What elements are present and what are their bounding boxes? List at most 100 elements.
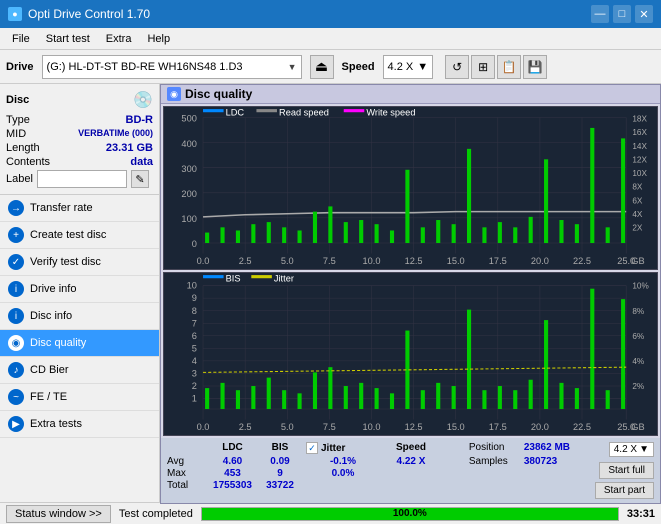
col-header-ldc: LDC — [205, 442, 260, 454]
menu-start-test[interactable]: Start test — [38, 31, 98, 47]
svg-text:5.0: 5.0 — [281, 256, 294, 266]
svg-text:2.5: 2.5 — [239, 256, 252, 266]
svg-text:8%: 8% — [632, 306, 644, 316]
sidebar-item-drive-info[interactable]: i Drive info — [0, 276, 159, 303]
drive-label: Drive — [6, 61, 34, 73]
toolbar-paste-btn[interactable]: 📋 — [497, 55, 521, 79]
svg-text:12.5: 12.5 — [405, 256, 423, 266]
sidebar: Disc 💿 Type BD-R MID VERBATIMe (000) Len… — [0, 84, 160, 502]
speed-value: 4.2 X — [388, 61, 414, 73]
sidebar-item-disc-quality[interactable]: ◉ Disc quality — [0, 330, 159, 357]
title-bar: ● Opti Drive Control 1.70 — □ ✕ — [0, 0, 661, 28]
speed-dropdown-arrow-icon: ▼ — [639, 444, 649, 455]
toolbar-copy-btn[interactable]: ⊞ — [471, 55, 495, 79]
toolbar-save-btn[interactable]: 💾 — [523, 55, 547, 79]
start-part-button[interactable]: Start part — [595, 482, 654, 499]
svg-text:6X: 6X — [632, 195, 643, 205]
disc-panel-label: Disc — [6, 94, 29, 106]
disc-info-panel: Disc 💿 Type BD-R MID VERBATIMe (000) Len… — [0, 84, 159, 195]
svg-text:5: 5 — [192, 344, 197, 354]
drive-dropdown-arrow: ▼ — [288, 62, 297, 72]
sidebar-item-verify-test-disc[interactable]: ✓ Verify test disc — [0, 249, 159, 276]
svg-text:22.5: 22.5 — [573, 256, 591, 266]
sidebar-item-fe-te[interactable]: ~ FE / TE — [0, 384, 159, 411]
drive-info-icon: i — [8, 281, 24, 297]
svg-text:10.0: 10.0 — [362, 256, 380, 266]
nav-label-verify-test-disc: Verify test disc — [30, 256, 101, 268]
disc-label-label: Label — [6, 173, 33, 185]
disc-label-input[interactable] — [37, 170, 127, 188]
disc-quality-title: Disc quality — [185, 87, 252, 101]
status-window-button[interactable]: Status window >> — [6, 505, 111, 523]
position-value: 23862 MB — [524, 442, 570, 453]
eject-button[interactable]: ⏏ — [310, 55, 334, 79]
nav-label-fe-te: FE / TE — [30, 391, 67, 403]
maximize-button[interactable]: □ — [613, 5, 631, 23]
menu-extra[interactable]: Extra — [98, 31, 140, 47]
svg-text:7.5: 7.5 — [323, 422, 336, 432]
svg-text:12X: 12X — [632, 154, 647, 164]
svg-text:1: 1 — [192, 394, 197, 404]
sidebar-item-create-test-disc[interactable]: + Create test disc — [0, 222, 159, 249]
close-button[interactable]: ✕ — [635, 5, 653, 23]
sidebar-item-disc-info[interactable]: i Disc info — [0, 303, 159, 330]
chart2-wrapper: 10 9 8 7 6 5 4 3 2 1 10% 8% 6% — [163, 272, 658, 436]
sidebar-nav: → Transfer rate + Create test disc ✓ Ver… — [0, 195, 159, 502]
disc-type-label: Type — [6, 114, 30, 126]
speed-label: Speed — [342, 61, 375, 73]
status-text: Test completed — [119, 508, 193, 520]
disc-contents-value: data — [130, 156, 153, 168]
jitter-checkbox[interactable]: ✓ — [306, 442, 318, 454]
sidebar-item-extra-tests[interactable]: ▶ Extra tests — [0, 411, 159, 438]
col-header-speed: Speed — [386, 442, 436, 454]
charts-container: 500 400 300 200 100 0 18X 16X 14X 12X 10… — [161, 104, 660, 438]
stats-area: LDC BIS ✓ Jitter Speed Avg 4.60 0.09 -0.… — [161, 438, 660, 503]
fe-te-icon: ~ — [8, 389, 24, 405]
total-bis: 33722 — [260, 480, 300, 491]
col-header-empty — [167, 442, 205, 454]
app-title: Opti Drive Control 1.70 — [28, 7, 150, 21]
svg-text:0: 0 — [192, 239, 197, 249]
disc-quality-header-icon: ◉ — [167, 87, 181, 101]
speed-dropdown-arrow: ▼ — [417, 61, 428, 73]
disc-mid-value: VERBATIMe (000) — [78, 128, 153, 140]
nav-label-drive-info: Drive info — [30, 283, 76, 295]
svg-text:10.0: 10.0 — [362, 422, 380, 432]
speed-selector[interactable]: 4.2 X ▼ — [383, 55, 434, 79]
disc-quality-icon: ◉ — [8, 335, 24, 351]
svg-text:7.5: 7.5 — [323, 256, 336, 266]
col-header-jitter: Jitter — [321, 443, 345, 454]
disc-type-value: BD-R — [126, 114, 154, 126]
sidebar-item-cd-bier[interactable]: ♪ CD Bier — [0, 357, 159, 384]
jitter-checkbox-area: ✓ Jitter — [306, 442, 386, 454]
samples-label: Samples — [469, 456, 524, 467]
svg-text:6%: 6% — [632, 331, 644, 341]
svg-text:17.5: 17.5 — [489, 256, 507, 266]
svg-text:2: 2 — [192, 381, 197, 391]
toolbar-refresh-btn[interactable]: ↺ — [445, 55, 469, 79]
svg-text:4%: 4% — [632, 356, 644, 366]
disc-info-icon: i — [8, 308, 24, 324]
svg-text:12.5: 12.5 — [405, 422, 423, 432]
extra-tests-icon: ▶ — [8, 416, 24, 432]
svg-text:4: 4 — [192, 356, 197, 366]
drive-bar: Drive (G:) HL-DT-ST BD-RE WH16NS48 1.D3 … — [0, 50, 661, 84]
sidebar-item-transfer-rate[interactable]: → Transfer rate — [0, 195, 159, 222]
drive-selector[interactable]: (G:) HL-DT-ST BD-RE WH16NS48 1.D3 ▼ — [42, 55, 302, 79]
nav-label-disc-quality: Disc quality — [30, 337, 86, 349]
svg-text:BIS: BIS — [226, 273, 241, 283]
menu-bar: File Start test Extra Help — [0, 28, 661, 50]
menu-file[interactable]: File — [4, 31, 38, 47]
status-bar: Status window >> Test completed 100.0% 3… — [0, 502, 661, 524]
minimize-button[interactable]: — — [591, 5, 609, 23]
svg-text:20.0: 20.0 — [531, 422, 549, 432]
svg-text:15.0: 15.0 — [447, 422, 465, 432]
svg-text:10X: 10X — [632, 168, 647, 178]
menu-help[interactable]: Help — [139, 31, 178, 47]
label-edit-button[interactable]: ✎ — [131, 170, 149, 188]
svg-text:Write speed: Write speed — [366, 107, 415, 117]
start-full-button[interactable]: Start full — [599, 462, 654, 479]
speed-dropdown[interactable]: 4.2 X ▼ — [609, 442, 654, 457]
content-area: ◉ Disc quality — [160, 84, 661, 502]
max-bis: 9 — [260, 468, 300, 479]
